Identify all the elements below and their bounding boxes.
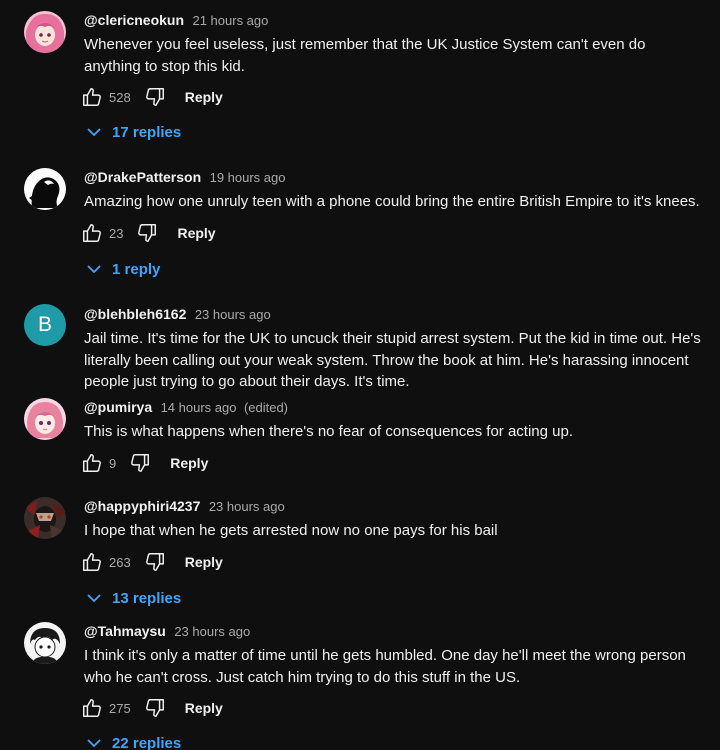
anime-pink-hair-avatar-image (24, 11, 66, 53)
replies-count: 22 replies (112, 734, 182, 750)
thumbs-up-icon[interactable] (80, 550, 104, 574)
like-count: 275 (109, 700, 131, 716)
chevron-down-icon (86, 261, 102, 277)
view-replies-button[interactable]: 1 reply (86, 257, 160, 281)
comment-actions: 23 Reply (80, 220, 216, 246)
thumbs-down-icon[interactable] (143, 85, 167, 109)
chevron-down-icon (86, 124, 102, 140)
thumbs-down-icon[interactable] (143, 550, 167, 574)
comment-header: @DrakePatterson 19 hours ago (84, 167, 286, 188)
like-count: 9 (109, 455, 117, 471)
thumbs-down-icon[interactable] (128, 451, 152, 475)
comment-header: @blehbleh6162 23 hours ago (84, 304, 271, 325)
comments-section: @clericneokun 21 hours ago Whenever you … (0, 0, 720, 750)
edited-label: (edited) (243, 400, 289, 415)
view-replies-button[interactable]: 17 replies (86, 120, 181, 144)
comment-text: This is what happens when there's no fea… (84, 423, 573, 440)
timestamp[interactable]: 23 hours ago (195, 307, 271, 322)
timestamp[interactable]: 19 hours ago (210, 170, 286, 185)
author-name[interactable]: @Tahmaysu (84, 623, 166, 639)
author-name[interactable]: @clericneokun (84, 12, 184, 28)
reply-button[interactable]: Reply (170, 455, 208, 471)
reply-button[interactable]: Reply (185, 89, 223, 105)
comment-text: Amazing how one unruly teen with a phone… (84, 193, 700, 210)
avatar-letter: B (37, 313, 52, 336)
avatar[interactable] (24, 11, 66, 53)
comment-header: @pumirya 14 hours ago (edited) (84, 397, 288, 418)
author-name[interactable]: @DrakePatterson (84, 169, 201, 185)
avatar[interactable] (24, 622, 66, 664)
chevron-down-icon (86, 735, 102, 750)
comment-text: Jail time. It's time for the UK to uncuc… (84, 330, 701, 390)
comment-actions: 263 Reply (80, 549, 223, 575)
thumbs-up-icon[interactable] (80, 451, 104, 475)
avatar[interactable] (24, 497, 66, 539)
comment-text: I hope that when he gets arrested now no… (84, 522, 498, 539)
like-count: 263 (109, 554, 131, 570)
author-name[interactable]: @blehbleh6162 (84, 306, 186, 322)
comment-header: @clericneokun 21 hours ago (84, 10, 268, 31)
author-name[interactable]: @happyphiri4237 (84, 498, 200, 514)
chevron-down-icon (86, 590, 102, 606)
comment-actions: 9 Reply (80, 450, 208, 476)
avatar[interactable] (24, 398, 66, 440)
thumbs-down-icon[interactable] (143, 696, 167, 720)
view-replies-button[interactable]: 13 replies (86, 586, 181, 610)
thumbs-up-icon[interactable] (80, 221, 104, 245)
comment-header: @Tahmaysu 23 hours ago (84, 621, 250, 642)
comment-header: @happyphiri4237 23 hours ago (84, 496, 285, 517)
dark-character-avatar-image (24, 497, 66, 539)
reply-button[interactable]: Reply (185, 700, 223, 716)
reply-button[interactable]: Reply (185, 554, 223, 570)
thumbs-up-icon[interactable] (80, 85, 104, 109)
timestamp[interactable]: 14 hours ago (161, 400, 237, 415)
replies-count: 17 replies (112, 123, 182, 141)
timestamp[interactable]: 23 hours ago (174, 624, 250, 639)
replies-count: 13 replies (112, 589, 182, 607)
reply-button[interactable]: Reply (177, 225, 215, 241)
comment-text: Whenever you feel useless, just remember… (84, 36, 646, 75)
avatar[interactable]: B (24, 304, 66, 346)
thumbs-up-icon[interactable] (80, 696, 104, 720)
like-count: 528 (109, 89, 131, 105)
timestamp[interactable]: 21 hours ago (192, 13, 268, 28)
comment-actions: 275 Reply (80, 695, 223, 721)
replies-count: 1 reply (112, 260, 161, 278)
view-replies-button[interactable]: 22 replies (86, 731, 181, 750)
silhouette-avatar-image (24, 168, 66, 210)
thumbs-down-icon[interactable] (135, 221, 159, 245)
avatar[interactable] (24, 168, 66, 210)
anime-pink-girl-avatar-image (24, 398, 66, 440)
timestamp[interactable]: 23 hours ago (209, 499, 285, 514)
comment-text: I think it's only a matter of time until… (84, 647, 686, 686)
like-count: 23 (109, 225, 124, 241)
comment-actions: 528 Reply (80, 84, 223, 110)
author-name[interactable]: @pumirya (84, 399, 152, 415)
manga-boy-avatar-image (24, 622, 66, 664)
